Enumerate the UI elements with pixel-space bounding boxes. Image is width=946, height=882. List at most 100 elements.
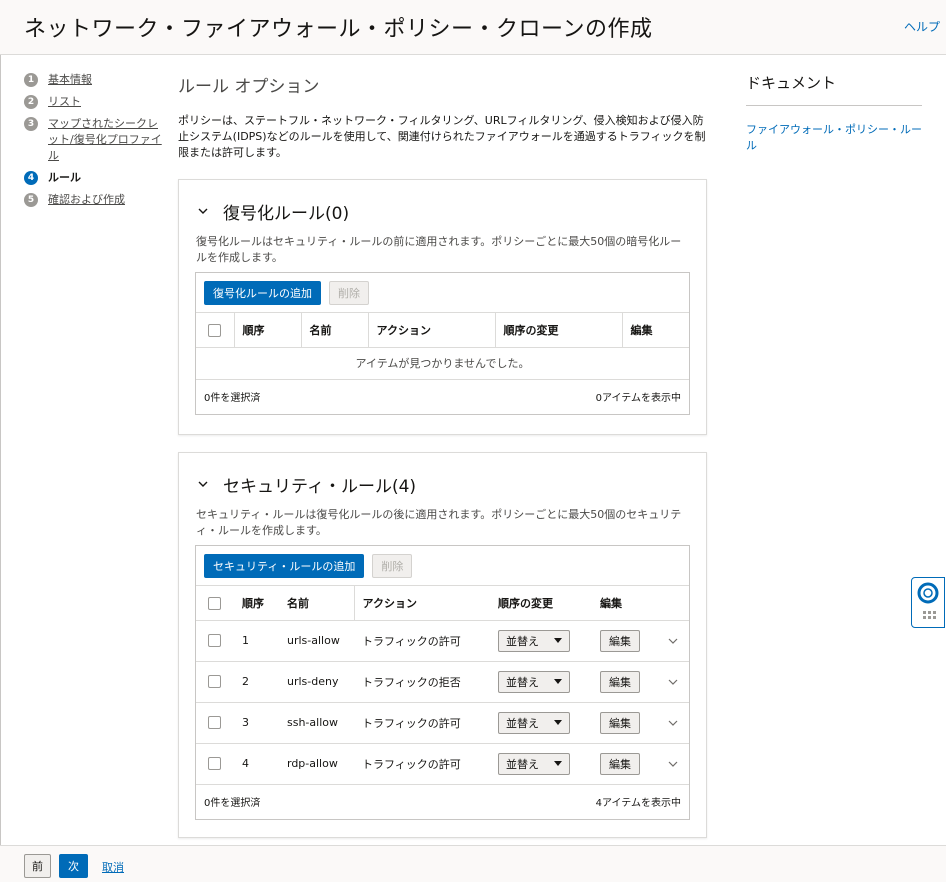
chevron-down-icon[interactable] <box>197 205 209 217</box>
panel-description: 復号化ルールはセキュリティ・ルールの前に適用されます。ポリシーごとに最大50個の… <box>196 235 682 264</box>
edit-cell: 編集 <box>592 620 689 662</box>
step-label: 確認および作成 <box>48 193 125 206</box>
step-number: 4 <box>24 171 38 185</box>
panel-header[interactable]: セキュリティ・ルール(4) <box>179 453 706 501</box>
select-all-cell[interactable] <box>196 313 235 348</box>
selected-count: 0件を選択済 <box>204 798 261 809</box>
column-header: 編集 <box>622 313 689 348</box>
select-all-checkbox[interactable] <box>208 596 221 610</box>
caret-down-icon <box>554 638 562 643</box>
column-header: 順序の変更 <box>495 313 623 348</box>
documentation-panel: ドキュメント ファイアウォール・ポリシー・ルール <box>746 72 922 154</box>
column-header: 順序の変更 <box>490 586 592 621</box>
step-2[interactable]: 2 リスト <box>24 94 174 110</box>
delete-button: 削除 <box>372 553 413 578</box>
empty-message: アイテムが見つかりませんでした。 <box>196 347 689 380</box>
column-header[interactable]: 名前 <box>279 586 355 621</box>
step-number: 5 <box>24 193 38 207</box>
table-toolbar: セキュリティ・ルールの追加 削除 <box>196 546 689 586</box>
table-row: 2 urls-deny トラフィックの拒否 並替え 編集 <box>196 661 689 703</box>
action-cell: トラフィックの許可 <box>354 702 490 744</box>
row-select-cell[interactable] <box>196 620 234 662</box>
step-1[interactable]: 1 基本情報 <box>24 72 174 88</box>
docs-link[interactable]: ファイアウォール・ポリシー・ルール <box>746 122 922 154</box>
step-5[interactable]: 5 確認および作成 <box>24 192 174 208</box>
column-header[interactable]: 順序 <box>234 586 279 621</box>
select-all-cell[interactable] <box>196 586 234 621</box>
decryption-table: 復号化ルールの追加 削除 順序 名前 アクション 順序の変更 編集 アイテムが見… <box>195 272 690 415</box>
name-cell: rdp-allow <box>279 743 354 785</box>
table-header-row: 順序 名前 アクション 順序の変更 編集 <box>196 313 689 348</box>
edit-button[interactable]: 編集 <box>600 629 640 652</box>
step-4-current: 4 ルール <box>24 170 174 186</box>
row-checkbox[interactable] <box>208 757 221 771</box>
reorder-dropdown[interactable]: 並替え <box>498 629 570 652</box>
panel-header[interactable]: 復号化ルール(0) <box>179 180 706 228</box>
next-button[interactable]: 次 <box>59 854 88 878</box>
caret-down-icon <box>554 761 562 766</box>
edit-button[interactable]: 編集 <box>600 670 640 693</box>
table-row: 4 rdp-allow トラフィックの許可 並替え 編集 <box>196 743 689 785</box>
name-cell: urls-allow <box>279 620 354 662</box>
column-header[interactable]: 順序 <box>234 313 302 348</box>
action-cell: トラフィックの拒否 <box>354 661 490 703</box>
rules-table: 順序 名前 アクション 順序の変更 編集 アイテムが見つかりませんでした。 <box>196 313 689 380</box>
reorder-label: 並替え <box>506 716 539 730</box>
chevron-down-icon[interactable] <box>197 478 209 490</box>
main-content: ルール オプション ポリシーは、ステートフル・ネットワーク・フィルタリング、UR… <box>178 72 708 177</box>
chevron-down-icon[interactable] <box>667 635 679 647</box>
previous-button[interactable]: 前 <box>24 854 51 878</box>
panel-description: セキュリティ・ルールは復号化ルールの後に適用されます。ポリシーごとに最大50個の… <box>196 508 682 537</box>
caret-down-icon <box>554 720 562 725</box>
row-select-cell[interactable] <box>196 743 234 785</box>
select-all-checkbox[interactable] <box>208 323 221 337</box>
table-footer: 0件を選択済 0アイテムを表示中 <box>196 380 689 414</box>
wizard-footer: 前 次 取消 <box>0 845 946 882</box>
column-header[interactable]: アクション <box>354 586 490 621</box>
column-header[interactable]: 名前 <box>301 313 369 348</box>
caret-down-icon <box>554 679 562 684</box>
action-cell: トラフィックの許可 <box>354 620 490 662</box>
row-select-cell[interactable] <box>196 661 234 703</box>
reorder-cell: 並替え <box>490 702 592 744</box>
reorder-dropdown[interactable]: 並替え <box>498 670 570 693</box>
empty-row: アイテムが見つかりませんでした。 <box>196 347 689 380</box>
reorder-dropdown[interactable]: 並替え <box>498 711 570 734</box>
action-cell: トラフィックの許可 <box>354 743 490 785</box>
edit-cell: 編集 <box>592 702 689 744</box>
order-cell: 1 <box>234 620 279 662</box>
table-toolbar: 復号化ルールの追加 削除 <box>196 273 689 313</box>
step-label: ルール <box>48 171 81 184</box>
row-select-cell[interactable] <box>196 702 234 744</box>
chevron-down-icon[interactable] <box>667 758 679 770</box>
section-title: ルール オプション <box>178 77 320 97</box>
chevron-down-icon[interactable] <box>667 676 679 688</box>
reorder-dropdown[interactable]: 並替え <box>498 752 570 775</box>
selected-count: 0件を選択済 <box>204 393 261 404</box>
table-row: 1 urls-allow トラフィックの許可 並替え 編集 <box>196 620 689 662</box>
page-title: ネットワーク・ファイアウォール・ポリシー・クローンの作成 <box>24 17 653 42</box>
column-header: 編集 <box>592 586 689 621</box>
chevron-down-icon[interactable] <box>667 717 679 729</box>
cancel-link[interactable]: 取消 <box>102 859 124 875</box>
add-decryption-rule-button[interactable]: 復号化ルールの追加 <box>204 280 321 305</box>
step-3[interactable]: 3 マップされたシークレット/復号化プロファイル <box>24 116 174 164</box>
order-cell: 3 <box>234 702 279 744</box>
help-widget[interactable] <box>911 577 945 628</box>
reorder-label: 並替え <box>506 675 539 689</box>
column-header[interactable]: アクション <box>368 313 496 348</box>
docs-title: ドキュメント <box>746 72 922 106</box>
add-security-rule-button[interactable]: セキュリティ・ルールの追加 <box>204 553 365 578</box>
row-checkbox[interactable] <box>208 675 221 689</box>
step-label: 基本情報 <box>48 73 92 86</box>
step-number: 3 <box>24 117 38 131</box>
reorder-cell: 並替え <box>490 661 592 703</box>
row-checkbox[interactable] <box>208 634 221 648</box>
table-row: 3 ssh-allow トラフィックの許可 並替え 編集 <box>196 702 689 744</box>
panel-title: 復号化ルール(0) <box>223 203 350 224</box>
edit-cell: 編集 <box>592 743 689 785</box>
edit-button[interactable]: 編集 <box>600 711 640 734</box>
help-link[interactable]: ヘルプ <box>904 18 940 35</box>
edit-button[interactable]: 編集 <box>600 752 640 775</box>
row-checkbox[interactable] <box>208 716 221 730</box>
